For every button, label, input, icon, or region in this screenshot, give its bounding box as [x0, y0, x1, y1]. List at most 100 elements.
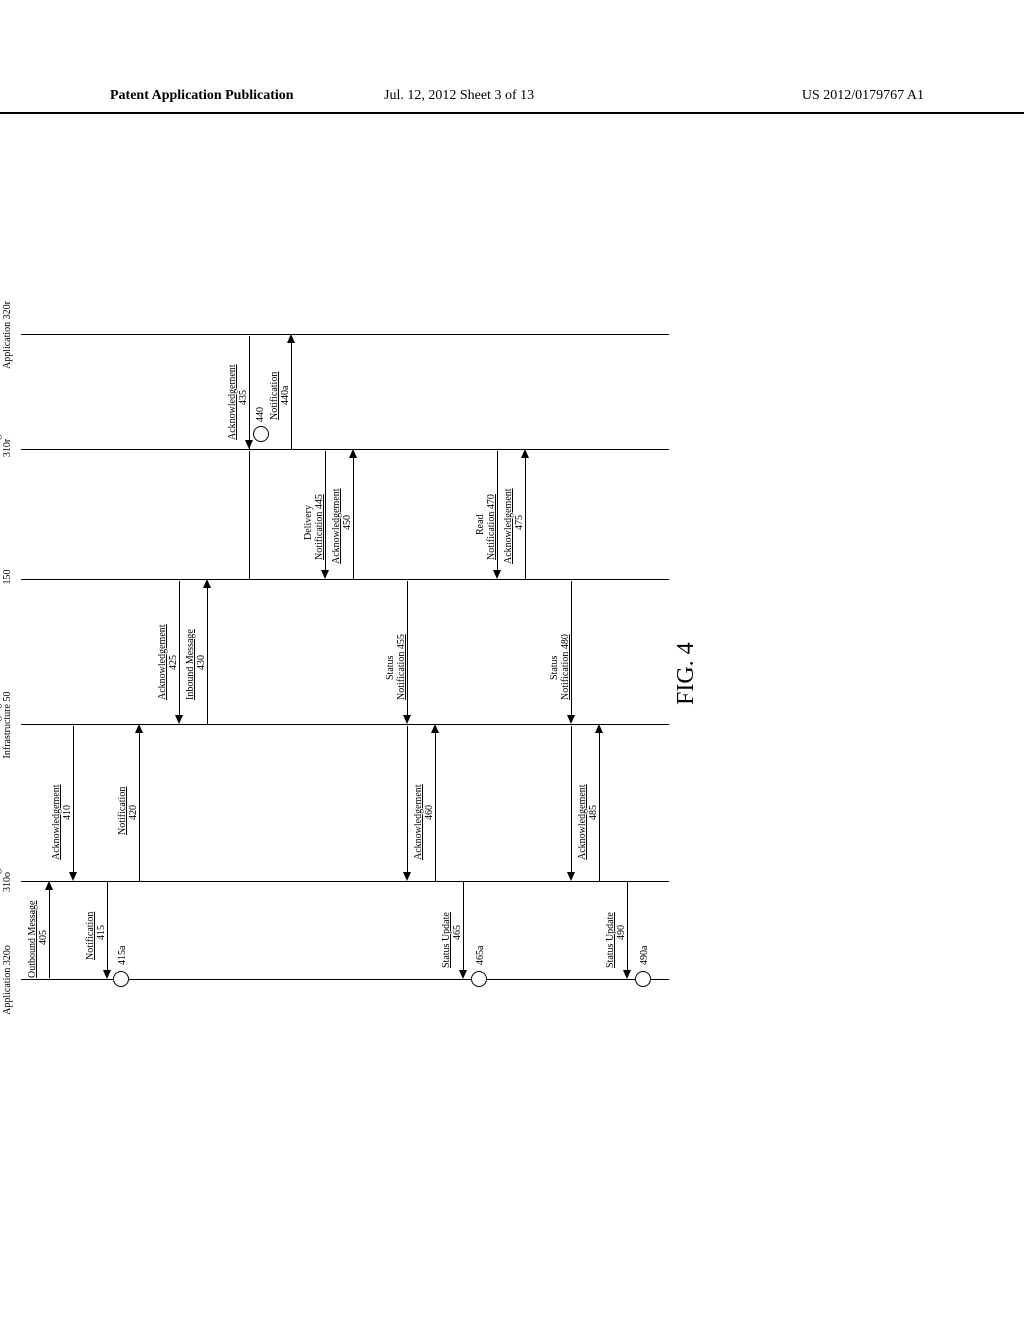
msg-465-label: Status Update	[441, 912, 452, 968]
arrowhead-475	[521, 449, 529, 458]
msg-450-label: Acknowledgement	[331, 488, 342, 564]
arrow-450	[353, 458, 354, 579]
arrow-470	[497, 451, 498, 570]
header-patent-number: US 2012/0179767 A1	[802, 88, 924, 104]
arrow-405	[49, 883, 50, 978]
msg-470a-label: Read	[475, 514, 486, 535]
msg-405-label: Outbound Message	[27, 901, 38, 979]
client-app-r-label: Client Application 320r	[0, 290, 13, 380]
arrowhead-450	[349, 449, 357, 458]
arrowhead-485	[595, 724, 603, 733]
arrow-455-to-agent	[407, 726, 408, 872]
msg-490-num: 490	[616, 925, 627, 940]
msg-405-num: 405	[38, 930, 49, 945]
msg-410-label: Acknowledgement	[51, 784, 62, 860]
page-header: Patent Application Publication Jul. 12, …	[0, 88, 1024, 114]
msg-430-num: 430	[196, 655, 207, 670]
arrowhead-440a	[287, 334, 295, 343]
loop-465a	[471, 971, 487, 987]
header-date-sheet: Jul. 12, 2012 Sheet 3 of 13	[384, 88, 534, 104]
msg-485-label: Acknowledgement	[577, 784, 588, 860]
arrow-420	[139, 733, 140, 881]
arrow-430	[207, 588, 208, 724]
arrow-460	[435, 733, 436, 881]
msg-410-num: 410	[62, 805, 73, 820]
arrow-465	[463, 882, 464, 970]
arrow-490	[627, 882, 628, 970]
arrow-435b	[249, 336, 250, 449]
arrow-415	[107, 882, 108, 970]
msg-490a-label: 490a	[639, 946, 650, 965]
sequence-diagram: Originating Device 100 Receiving Device …	[105, 160, 905, 1140]
arrow-455	[407, 581, 408, 715]
loop-440	[253, 426, 269, 442]
arrowhead-480	[567, 715, 575, 724]
msg-415a-label: 415a	[117, 946, 128, 965]
status-agent-r-label: Status Agent 310r	[0, 408, 13, 488]
msg-455a-label: Status	[385, 656, 396, 680]
arrow-425	[179, 581, 180, 715]
arrow-445	[325, 451, 326, 570]
arrowhead-445	[321, 570, 329, 579]
msg-475-num: 475	[514, 515, 525, 530]
loop-415a	[113, 971, 129, 987]
arrowhead-470	[493, 570, 501, 579]
arrowhead-415	[103, 970, 111, 979]
msg-490-label: Status Update	[605, 912, 616, 968]
arrowhead-420	[135, 724, 143, 733]
arrow-410	[73, 726, 74, 872]
msg-475-label: Acknowledgement	[503, 488, 514, 564]
msg-460-num: 460	[424, 805, 435, 820]
messaging-infra-lifeline	[21, 724, 669, 725]
arrowhead-480-to-agent	[567, 872, 575, 881]
msg-415-label: Notification	[85, 912, 96, 960]
messaging-infra-label: Messaging Infrastructure 50	[0, 680, 13, 770]
status-agent-o-label: Status Agent 310o	[0, 842, 13, 922]
status-service-label: Status Service 150	[0, 532, 13, 622]
msg-480a-label: Status	[549, 656, 560, 680]
msg-440a-num: 440a	[280, 386, 291, 405]
status-agent-o-lifeline	[21, 881, 669, 882]
msg-470b-label: Notification 470	[486, 494, 497, 560]
arrow-475	[525, 458, 526, 579]
msg-440a-label: Notification	[269, 372, 280, 420]
status-service-lifeline	[21, 579, 669, 580]
msg-465a-label: 465a	[475, 946, 486, 965]
msg-435-num: 435	[238, 390, 249, 405]
arrowhead-410	[69, 872, 77, 881]
msg-425-num: 425	[168, 655, 179, 670]
header-publication: Patent Application Publication	[110, 88, 294, 104]
msg-440-num: 440	[255, 407, 266, 422]
msg-415-num: 415	[96, 925, 107, 940]
arrow-485	[599, 733, 600, 881]
arrow-440a	[291, 343, 292, 449]
arrowhead-425	[175, 715, 183, 724]
msg-445a-label: Delivery	[303, 505, 314, 540]
msg-445b-label: Notification 445	[314, 494, 325, 560]
arrow-480-to-agent	[571, 726, 572, 872]
msg-430-label: Inbound Message	[185, 629, 196, 700]
arrow-480	[571, 581, 572, 715]
arrowhead-455-to-agent	[403, 872, 411, 881]
arrowhead-430	[203, 579, 211, 588]
arrowhead-460	[431, 724, 439, 733]
client-app-r-lifeline	[21, 334, 669, 335]
msg-420-num: 420	[128, 805, 139, 820]
figure-number-label: FIG. 4	[673, 642, 700, 705]
loop-490a	[635, 971, 651, 987]
arrowhead-490	[623, 970, 631, 979]
msg-465-num: 465	[452, 925, 463, 940]
msg-435-label: Acknowledgement	[227, 364, 238, 440]
msg-480b-label: Notification 480	[560, 634, 571, 700]
msg-460-label: Acknowledgement	[413, 784, 424, 860]
arrow-435	[249, 451, 250, 579]
arrowhead-455	[403, 715, 411, 724]
status-agent-r-lifeline	[21, 449, 669, 450]
msg-455b-label: Notification 455	[396, 634, 407, 700]
msg-420-label: Notification	[117, 787, 128, 835]
msg-450-num: 450	[342, 515, 353, 530]
arrowhead-465	[459, 970, 467, 979]
client-app-o-label: Client Application 320o	[0, 940, 13, 1020]
msg-485-num: 485	[588, 805, 599, 820]
arrowhead-405	[45, 881, 53, 890]
